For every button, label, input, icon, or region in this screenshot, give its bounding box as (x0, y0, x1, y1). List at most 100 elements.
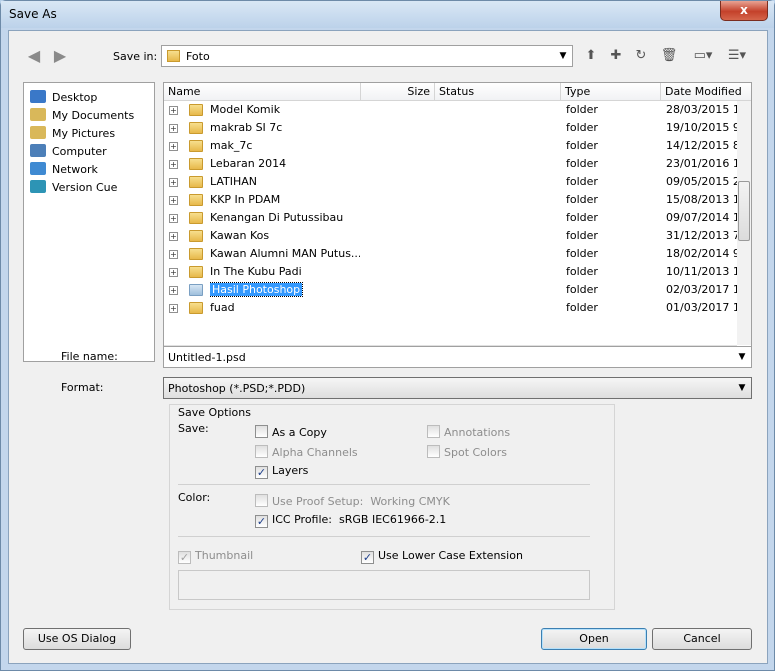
place-label: My Pictures (52, 127, 116, 140)
expand-icon[interactable]: + (169, 142, 178, 151)
save-options-title: Save Options (178, 406, 251, 419)
delete-icon[interactable]: 🗑 (659, 46, 679, 66)
annotations-option: Annotations (427, 425, 510, 439)
column-header-name[interactable]: Name (164, 83, 361, 101)
use-os-dialog-button[interactable]: Use OS Dialog (23, 628, 131, 650)
as-a-copy-option[interactable]: As a Copy (255, 425, 327, 439)
table-row[interactable]: + In The Kubu Padi folder 10/11/2013 16 (164, 263, 737, 281)
dialog-body: ◀ ▶ Save in: Foto ▼ ⬆ ✚ ↻ 🗑 ▭▾ ☰▾ Deskto… (8, 30, 768, 664)
expand-icon[interactable]: + (169, 214, 178, 223)
file-name-label: File name: (61, 350, 118, 363)
table-row[interactable]: + Model Komik folder 28/03/2015 1: (164, 101, 737, 119)
chevron-down-icon: ▼ (738, 383, 746, 393)
place-item[interactable]: Network (30, 161, 98, 179)
layers-checkbox[interactable]: ✓ (255, 466, 268, 479)
file-date-cell: 28/03/2015 1: (666, 103, 737, 116)
options-message-area (178, 570, 590, 600)
save-in-dropdown[interactable]: Foto ▼ (161, 45, 573, 67)
vertical-scroll-thumb[interactable] (738, 181, 750, 241)
table-row[interactable]: + fuad folder 01/03/2017 10 (164, 299, 737, 317)
folder-icon (189, 230, 203, 242)
folder-icon (189, 194, 203, 206)
icc-profile-checkbox[interactable]: ✓ (255, 515, 268, 528)
file-type-cell: folder (566, 157, 598, 170)
file-type-cell: folder (566, 175, 598, 188)
place-item[interactable]: Version Cue (30, 179, 117, 197)
expand-icon[interactable]: + (169, 304, 178, 313)
file-name-input[interactable]: Untitled-1.psd ▼ (163, 346, 752, 368)
dialog-title: Save As (9, 7, 57, 21)
expand-icon[interactable]: + (169, 178, 178, 187)
file-name-cell: Kenangan Di Putussibau (210, 211, 344, 224)
file-date-cell: 10/11/2013 16 (666, 265, 737, 278)
table-row[interactable]: + Hasil Photoshop folder 02/03/2017 10 (164, 281, 737, 299)
options-divider (178, 536, 590, 537)
icc-profile-option[interactable]: ✓ ICC Profile: sRGB IEC61966-2.1 (255, 513, 446, 528)
up-folder-icon[interactable]: ⬆ (581, 46, 601, 66)
column-header-type[interactable]: Type (561, 83, 661, 101)
back-icon[interactable]: ◀ (25, 47, 43, 65)
file-date-cell: 18/02/2014 9: (666, 247, 737, 260)
folder-icon (189, 266, 203, 278)
as-a-copy-checkbox[interactable] (255, 425, 268, 438)
lower-case-extension-option[interactable]: ✓ Use Lower Case Extension (361, 549, 523, 564)
file-date-cell: 23/01/2016 17 (666, 157, 737, 170)
file-date-cell: 09/05/2015 21 (666, 175, 737, 188)
open-button[interactable]: Open (541, 628, 647, 650)
chevron-down-icon[interactable]: ▼ (735, 347, 749, 367)
place-item[interactable]: Desktop (30, 89, 97, 107)
place-item[interactable]: My Pictures (30, 125, 115, 143)
expand-icon[interactable]: + (169, 232, 178, 241)
format-dropdown[interactable]: Photoshop (*.PSD;*.PDD) ▼ (163, 377, 752, 399)
file-type-cell: folder (566, 193, 598, 206)
refresh-icon[interactable]: ↻ (631, 46, 651, 66)
view-menu-icon[interactable]: ☰▾ (723, 46, 751, 66)
file-type-cell: folder (566, 211, 598, 224)
table-row[interactable]: + Kawan Kos folder 31/12/2013 7: (164, 227, 737, 245)
forward-icon[interactable]: ▶ (51, 47, 69, 65)
column-header-size[interactable]: Size (361, 83, 435, 101)
vertical-scrollbar[interactable] (737, 101, 751, 345)
drive-menu-icon[interactable]: ▭▾ (689, 46, 717, 66)
table-row[interactable]: + Lebaran 2014 folder 23/01/2016 17 (164, 155, 737, 173)
table-row[interactable]: + Kawan Alumni MAN Putus... folder 18/02/20… (164, 245, 737, 263)
table-row[interactable]: + KKP In PDAM folder 15/08/2013 15 (164, 191, 737, 209)
close-button[interactable]: x (720, 1, 768, 21)
file-name-cell: Kawan Alumni MAN Putus... (210, 247, 360, 260)
new-folder-icon[interactable]: ✚ (606, 46, 626, 66)
place-label: Network (52, 163, 98, 176)
cancel-button[interactable]: Cancel (652, 628, 752, 650)
table-row[interactable]: + mak_7c folder 14/12/2015 8: (164, 137, 737, 155)
table-row[interactable]: + LATIHAN folder 09/05/2015 21 (164, 173, 737, 191)
folder-icon (189, 140, 203, 152)
file-name-cell: In The Kubu Padi (210, 265, 302, 278)
lower-case-extension-checkbox[interactable]: ✓ (361, 551, 374, 564)
place-label: Computer (52, 145, 107, 158)
expand-icon[interactable]: + (169, 124, 178, 133)
save-in-label: Save in: (113, 50, 158, 63)
table-row[interactable]: + Kenangan Di Putussibau folder 09/07/2014 … (164, 209, 737, 227)
file-name-cell: KKP In PDAM (210, 193, 281, 206)
expand-icon[interactable]: + (169, 286, 178, 295)
expand-icon[interactable]: + (169, 106, 178, 115)
file-name-value: Untitled-1.psd (168, 351, 246, 364)
file-name-cell: makrab SI 7c (210, 121, 283, 134)
folder-icon (189, 158, 203, 170)
place-item[interactable]: Computer (30, 143, 107, 161)
expand-icon[interactable]: + (169, 160, 178, 169)
file-type-cell: folder (566, 283, 598, 296)
chevron-down-icon: ▼ (559, 51, 567, 61)
expand-icon[interactable]: + (169, 196, 178, 205)
file-date-cell: 19/10/2015 9: (666, 121, 737, 134)
column-header-status[interactable]: Status (435, 83, 561, 101)
file-type-cell: folder (566, 301, 598, 314)
folder-icon (189, 104, 203, 116)
layers-option[interactable]: ✓ Layers (255, 464, 308, 479)
table-row[interactable]: + makrab SI 7c folder 19/10/2015 9: (164, 119, 737, 137)
save-in-value: Foto (186, 50, 210, 63)
place-item[interactable]: My Documents (30, 107, 134, 125)
column-header-date[interactable]: Date Modified (661, 83, 751, 101)
expand-icon[interactable]: + (169, 268, 178, 277)
place-label: My Documents (52, 109, 135, 122)
expand-icon[interactable]: + (169, 250, 178, 259)
